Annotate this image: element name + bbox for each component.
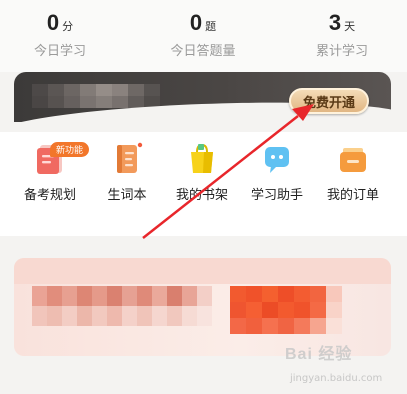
stat-value: 3 [328, 10, 342, 35]
tool-vocab-book[interactable]: 生词本 [92, 142, 162, 203]
stat-unit: 分 [62, 20, 74, 33]
tool-my-orders[interactable]: 我的订单 [318, 142, 388, 203]
baidu-watermark-url: jingyan.baidu.com [290, 373, 383, 384]
stat-label: 今日学习 [33, 44, 86, 59]
stat-total-days[interactable]: 3天 累计学习 [282, 10, 402, 59]
tool-label: 学习助手 [250, 188, 303, 203]
tool-label: 备考规划 [23, 188, 76, 203]
banner-strip [14, 258, 391, 284]
stat-unit: 天 [344, 20, 356, 33]
tool-label: 生词本 [107, 188, 147, 203]
stat-unit: 题 [205, 20, 217, 33]
stat-value: 0 [189, 10, 203, 35]
tool-label: 我的订单 [326, 188, 379, 203]
order-wallet-icon [340, 148, 366, 172]
blurred-promo-button [230, 286, 342, 334]
tool-bookshelf[interactable]: 我的书架 [167, 142, 237, 203]
stats-bar: 0分 今日学习 0题 今日答题量 3天 累计学习 [0, 0, 407, 72]
stat-label: 累计学习 [315, 44, 368, 59]
new-feature-badge: 新功能 [50, 142, 90, 157]
free-activate-button[interactable]: 免费开通 [289, 88, 369, 114]
baidu-watermark-logo: Bai 经验 [285, 346, 353, 363]
stat-today-questions[interactable]: 0题 今日答题量 [143, 10, 263, 59]
blurred-promo-text [32, 286, 212, 326]
blurred-vip-text [32, 84, 160, 108]
stat-today-study[interactable]: 0分 今日学习 [0, 10, 120, 59]
stat-label: 今日答题量 [170, 44, 236, 59]
vocab-book-icon [117, 142, 143, 173]
tool-label: 我的书架 [175, 188, 228, 203]
stat-value: 0 [46, 10, 60, 35]
bookshelf-bag-icon [191, 143, 213, 173]
tool-study-assistant[interactable]: 学习助手 [242, 142, 312, 203]
assistant-chat-icon [265, 147, 289, 173]
